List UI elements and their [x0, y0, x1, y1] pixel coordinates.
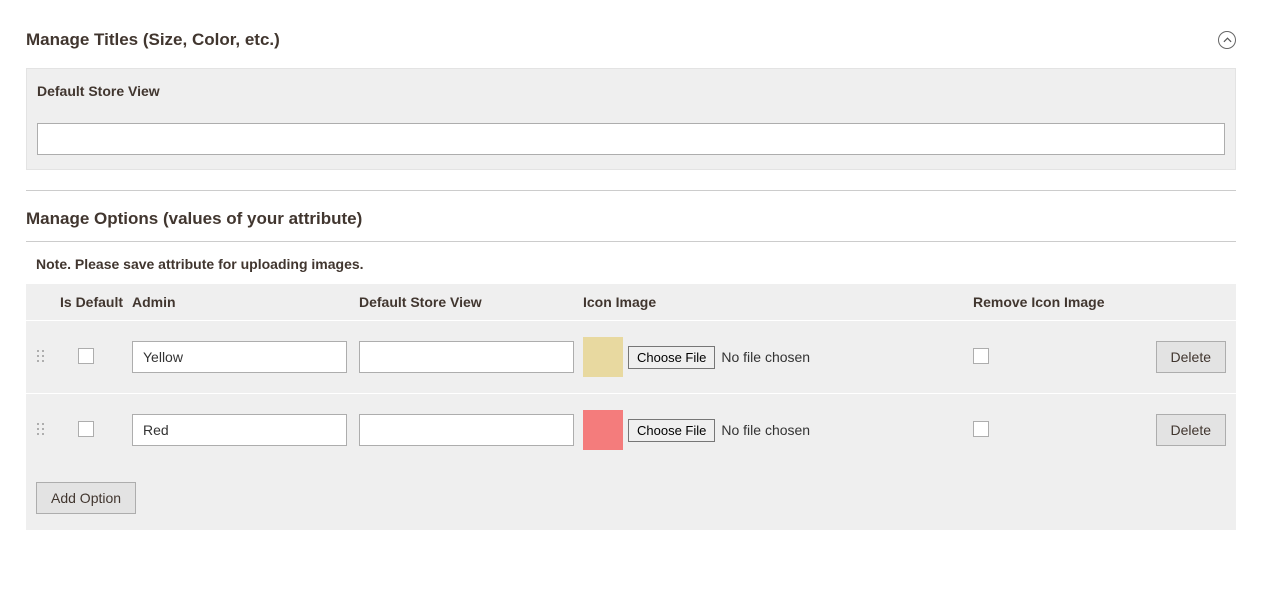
collapse-icon[interactable]	[1218, 31, 1236, 49]
drag-handle-cell	[36, 349, 60, 366]
file-status-text: No file chosen	[721, 349, 810, 365]
admin-input[interactable]	[132, 414, 347, 446]
manage-options-section: Manage Options (values of your attribute…	[26, 191, 1236, 530]
options-panel: Is Default Admin Default Store View Icon…	[26, 284, 1236, 530]
storeview-cell	[359, 341, 583, 373]
drag-handle-icon[interactable]	[36, 349, 48, 363]
actions-cell: Delete	[1143, 341, 1226, 373]
storeview-input[interactable]	[359, 341, 574, 373]
admin-input[interactable]	[132, 341, 347, 373]
remove-icon-checkbox[interactable]	[973, 348, 989, 364]
remove-icon-cell	[973, 348, 1143, 367]
storeview-input-wrap	[27, 113, 1235, 169]
col-is-default-header: Is Default	[60, 294, 132, 310]
admin-cell	[132, 341, 359, 373]
drag-handle-cell	[36, 422, 60, 439]
delete-button[interactable]: Delete	[1156, 341, 1226, 373]
option-row: Choose File No file chosen Delete	[26, 320, 1236, 393]
manage-titles-section: Manage Titles (Size, Color, etc.) Defaul…	[26, 20, 1236, 170]
storeview-input[interactable]	[359, 414, 574, 446]
storeview-title-input[interactable]	[37, 123, 1225, 155]
is-default-cell	[60, 421, 132, 440]
col-admin-header: Admin	[132, 294, 359, 310]
option-row: Choose File No file chosen Delete	[26, 393, 1236, 466]
col-storeview-header: Default Store View	[359, 294, 583, 310]
drag-handle-icon[interactable]	[36, 422, 48, 436]
is-default-checkbox[interactable]	[78, 421, 94, 437]
choose-file-button[interactable]: Choose File	[628, 419, 715, 442]
icon-cell: Choose File No file chosen	[583, 337, 973, 377]
actions-cell: Delete	[1143, 414, 1226, 446]
choose-file-button[interactable]: Choose File	[628, 346, 715, 369]
manage-options-title: Manage Options (values of your attribute…	[26, 209, 1236, 229]
manage-titles-title: Manage Titles (Size, Color, etc.)	[26, 30, 280, 50]
is-default-checkbox[interactable]	[78, 348, 94, 364]
add-option-button[interactable]: Add Option	[36, 482, 136, 514]
file-status-text: No file chosen	[721, 422, 810, 438]
options-table-head: Is Default Admin Default Store View Icon…	[26, 284, 1236, 320]
storeview-cell	[359, 414, 583, 446]
manage-titles-header: Manage Titles (Size, Color, etc.)	[26, 20, 1236, 68]
remove-icon-checkbox[interactable]	[973, 421, 989, 437]
options-footer: Add Option	[26, 466, 1236, 530]
remove-icon-cell	[973, 421, 1143, 440]
delete-button[interactable]: Delete	[1156, 414, 1226, 446]
color-swatch	[583, 410, 623, 450]
manage-options-header: Manage Options (values of your attribute…	[26, 191, 1236, 242]
titles-panel: Default Store View	[26, 68, 1236, 170]
is-default-cell	[60, 348, 132, 367]
admin-cell	[132, 414, 359, 446]
icon-cell: Choose File No file chosen	[583, 410, 973, 450]
storeview-label: Default Store View	[27, 69, 1235, 113]
col-remove-header: Remove Icon Image	[973, 294, 1143, 310]
options-note: Note. Please save attribute for uploadin…	[26, 242, 1236, 284]
col-icon-header: Icon Image	[583, 294, 973, 310]
color-swatch	[583, 337, 623, 377]
